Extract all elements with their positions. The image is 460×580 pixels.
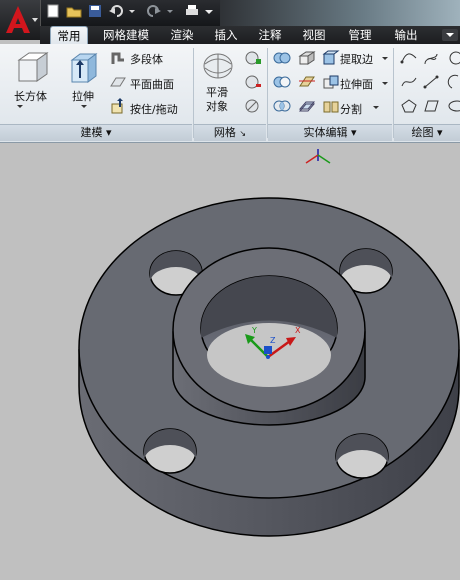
polygon-icon[interactable] xyxy=(400,98,418,114)
ribbon: 长方体 拉伸 多段体 平面曲面 按住/拖动 建模 ▾ 平滑 对象 网格 ↘ 提取… xyxy=(0,44,460,143)
tab-output[interactable]: 输出 xyxy=(388,26,424,44)
bolt-hole xyxy=(143,428,197,474)
panel-title-modeling[interactable]: 建模 ▾ xyxy=(0,124,192,141)
plot-icon[interactable] xyxy=(183,2,201,20)
extrude-dropdown-icon[interactable] xyxy=(80,104,88,110)
mesh-subtract-icon[interactable] xyxy=(244,74,262,90)
box-solid-icon[interactable] xyxy=(15,50,51,84)
ucs-z-label: Z xyxy=(270,336,276,345)
tab-home[interactable]: 常用 xyxy=(50,26,88,45)
line-icon[interactable] xyxy=(422,74,440,90)
arc-icon[interactable] xyxy=(446,74,460,90)
panel-title-draw[interactable]: 绘图 ▾ xyxy=(394,124,460,141)
new-file-icon[interactable] xyxy=(44,2,62,20)
quick-access-toolbar xyxy=(44,2,214,22)
smooth-object-label[interactable]: 平滑 对象 xyxy=(206,86,228,114)
extract-edges-label[interactable]: 提取边 xyxy=(340,51,373,67)
bolt-hole xyxy=(335,433,389,479)
qat-customize-icon[interactable] xyxy=(204,2,214,20)
extrude-faces-label[interactable]: 拉伸面 xyxy=(340,76,373,92)
box-dropdown-icon[interactable] xyxy=(16,104,24,110)
panel-title-solid-editing[interactable]: 实体编辑 ▾ xyxy=(268,124,392,141)
undo-icon[interactable] xyxy=(107,2,125,20)
save-icon[interactable] xyxy=(86,2,104,20)
extract-edges-dropdown-icon[interactable] xyxy=(381,56,389,62)
separate-label[interactable]: 分割 xyxy=(340,101,362,117)
polysolid-label[interactable]: 多段体 xyxy=(130,51,163,67)
flange-3d-model: Y Z X xyxy=(78,149,460,537)
presspull-label[interactable]: 按住/拖动 xyxy=(130,101,178,117)
spline-icon[interactable] xyxy=(400,74,418,90)
presspull-icon[interactable] xyxy=(110,98,126,114)
helix-icon[interactable] xyxy=(422,50,440,66)
ucs-y-label: Y xyxy=(251,326,257,335)
separate-icon[interactable] xyxy=(322,98,340,114)
extrude-faces-icon[interactable] xyxy=(322,74,340,90)
ellipse-icon[interactable] xyxy=(446,98,460,114)
planar-surface-label[interactable]: 平面曲面 xyxy=(130,76,174,92)
tab-view[interactable]: 视图 xyxy=(296,26,332,44)
ribbon-tab-row: 常用 网格建模 渲染 插入 注释 视图 管理 输出 xyxy=(40,26,460,45)
ucs-x-label: X xyxy=(295,326,301,335)
slice-icon[interactable] xyxy=(298,74,316,90)
extrude-icon[interactable] xyxy=(66,50,100,84)
planar-surface-icon[interactable] xyxy=(110,74,126,90)
tab-insert[interactable]: 插入 xyxy=(208,26,244,44)
title-strip xyxy=(220,0,460,26)
application-menu-button[interactable] xyxy=(0,0,41,40)
interfere-icon[interactable] xyxy=(298,50,316,66)
tab-manage[interactable]: 管理 xyxy=(342,26,378,44)
tab-annotate[interactable]: 注释 xyxy=(252,26,288,44)
thicken-icon[interactable] xyxy=(298,98,316,114)
subtract-icon[interactable] xyxy=(272,74,292,90)
center-bore xyxy=(200,275,338,387)
extract-edges-icon[interactable] xyxy=(322,50,340,66)
redo-dropdown-icon[interactable] xyxy=(166,2,174,20)
tab-mesh-modeling[interactable]: 网格建模 xyxy=(96,26,156,44)
union-icon[interactable] xyxy=(272,50,292,66)
mesh-add-icon[interactable] xyxy=(244,50,262,66)
panel-title-mesh[interactable]: 网格 ↘ xyxy=(194,124,266,141)
smooth-object-icon[interactable] xyxy=(202,50,234,80)
drawing-viewport[interactable]: Y Z X xyxy=(0,143,460,577)
extrude-faces-dropdown-icon[interactable] xyxy=(381,81,389,87)
autocad-logo-icon xyxy=(6,6,38,33)
circle-draw-icon[interactable] xyxy=(446,50,460,66)
polysolid-icon[interactable] xyxy=(110,50,126,66)
box-label[interactable]: 长方体 xyxy=(14,88,47,104)
redo-icon[interactable] xyxy=(145,2,163,20)
extrude-label[interactable]: 拉伸 xyxy=(72,88,94,104)
ucs-top-marker xyxy=(305,149,331,164)
intersect-icon[interactable] xyxy=(272,98,292,114)
polyline-icon[interactable] xyxy=(400,50,418,66)
mesh-crease-icon[interactable] xyxy=(244,98,262,114)
separate-dropdown-icon[interactable] xyxy=(372,105,380,111)
ribbon-minimize-icon[interactable] xyxy=(442,29,458,41)
open-folder-icon[interactable] xyxy=(65,2,83,20)
undo-dropdown-icon[interactable] xyxy=(128,2,136,20)
rectangle-icon[interactable] xyxy=(422,98,440,114)
tab-render[interactable]: 渲染 xyxy=(164,26,200,44)
